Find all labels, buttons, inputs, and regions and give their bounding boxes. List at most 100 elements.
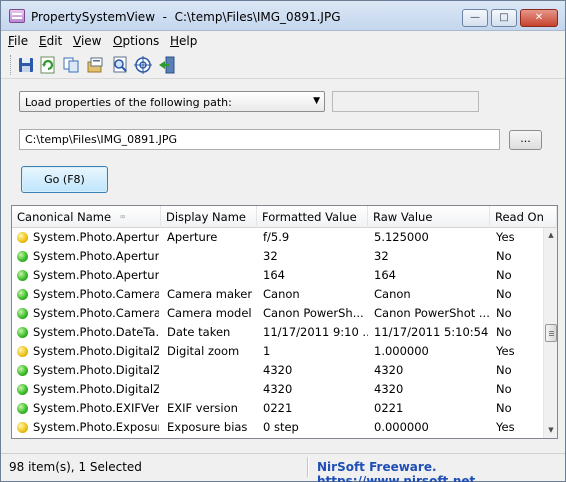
app-icon xyxy=(9,9,25,23)
title-bar[interactable]: PropertySystemView - C:\temp\Files\IMG_0… xyxy=(1,1,565,31)
scrollbar-thumb[interactable] xyxy=(545,324,557,342)
cell-canonical: System.Photo.Camera... xyxy=(33,287,159,301)
table-row[interactable]: System.Photo.EXIFVer... EXIF version 0221 0… xyxy=(12,399,543,418)
mode-select[interactable]: Load properties of the following path: ▼ xyxy=(19,91,325,112)
cell-formatted: 4320 xyxy=(263,382,293,396)
menu-file[interactable]: File xyxy=(8,34,28,48)
cell-readonly: No xyxy=(496,363,512,377)
menu-view[interactable]: View xyxy=(73,34,101,48)
cell-readonly: No xyxy=(496,268,512,282)
status-dot-icon xyxy=(17,327,28,338)
close-button[interactable]: ✕ xyxy=(520,9,558,27)
list-body: System.Photo.Aperture Aperture f/5.9 5.1250… xyxy=(12,228,543,437)
table-row[interactable]: System.Photo.Camera... Camera maker Canon C… xyxy=(12,285,543,304)
cell-formatted: 1 xyxy=(263,344,271,358)
scroll-down-icon[interactable]: ▼ xyxy=(545,424,557,436)
cell-readonly: Yes xyxy=(496,344,515,358)
nirsoft-link[interactable]: NirSoft Freeware. https://www.nirsoft.ne… xyxy=(317,460,565,482)
cell-display: Exposure bias xyxy=(167,420,248,434)
cell-canonical: System.Photo.Camera... xyxy=(33,306,159,320)
item-count: 98 item(s), 1 Selected xyxy=(9,460,142,474)
cell-formatted: 0 step xyxy=(263,420,299,434)
cell-readonly: Yes xyxy=(496,230,515,244)
status-dot-icon xyxy=(17,308,28,319)
cell-formatted: 4320 xyxy=(263,363,293,377)
find-icon[interactable] xyxy=(111,56,129,74)
cell-formatted: 0221 xyxy=(263,401,293,415)
menu-edit[interactable]: Edit xyxy=(39,34,62,48)
table-row[interactable]: System.Photo.DigitalZ... Digital zoom 1 1.0… xyxy=(12,342,543,361)
properties-icon[interactable] xyxy=(87,56,105,74)
toolbar xyxy=(1,51,565,79)
cell-display xyxy=(167,266,257,285)
status-dot-icon xyxy=(17,270,28,281)
status-dot-icon xyxy=(17,365,28,376)
vertical-scrollbar[interactable]: ▲ ▼ xyxy=(543,228,557,438)
properties-list[interactable]: Canonical Name ∞ Display Name Formatted … xyxy=(11,205,558,439)
cell-formatted: 164 xyxy=(263,268,285,282)
cell-raw: 4320 xyxy=(374,382,404,396)
status-dot-icon xyxy=(17,232,28,243)
exit-icon[interactable] xyxy=(158,56,176,74)
cell-readonly: No xyxy=(496,306,512,320)
refresh-icon[interactable] xyxy=(39,56,57,74)
table-row[interactable]: System.Photo.DigitalZ... 4320 4320 No xyxy=(12,361,543,380)
cell-readonly: No xyxy=(496,382,512,396)
table-row[interactable]: System.Photo.Apertur... 164 164 No xyxy=(12,266,543,285)
browse-button[interactable]: ... xyxy=(509,130,542,150)
table-row[interactable]: System.Photo.Apertur... 32 32 No xyxy=(12,247,543,266)
cell-raw: 0.000000 xyxy=(374,420,429,434)
column-formatted-value[interactable]: Formatted Value xyxy=(257,206,368,228)
cell-formatted: Canon xyxy=(263,287,300,301)
cell-display: Digital zoom xyxy=(167,344,240,358)
status-divider xyxy=(307,457,309,477)
target-icon[interactable] xyxy=(134,56,152,74)
cell-formatted: 11/17/2011 9:10 ... xyxy=(263,325,368,339)
status-dot-icon xyxy=(17,403,28,414)
cell-readonly: No xyxy=(496,401,512,415)
menu-bar: File Edit View Options Help xyxy=(1,31,565,51)
cell-display: EXIF version xyxy=(167,401,238,415)
path-input[interactable] xyxy=(19,129,500,150)
cell-formatted: 32 xyxy=(263,249,278,263)
status-dot-icon xyxy=(17,289,28,300)
cell-formatted: f/5.9 xyxy=(263,230,290,244)
cell-canonical: System.Photo.Exposur... xyxy=(33,420,159,434)
column-canonical-name[interactable]: Canonical Name ∞ xyxy=(12,206,161,228)
cell-raw: 4320 xyxy=(374,363,404,377)
scroll-up-icon[interactable]: ▲ xyxy=(545,229,557,241)
cell-display: Aperture xyxy=(167,230,218,244)
menu-help[interactable]: Help xyxy=(170,34,197,48)
cell-raw: Canon PowerShot ... xyxy=(374,306,490,320)
maximize-button[interactable]: □ xyxy=(491,9,517,27)
table-row[interactable]: System.Photo.DateTa... Date taken 11/17/20… xyxy=(12,323,543,342)
column-display-name[interactable]: Display Name xyxy=(161,206,257,228)
toolbar-grip xyxy=(10,55,12,75)
cell-raw: 1.000000 xyxy=(374,344,429,358)
table-row[interactable]: System.Photo.Exposur... Exposure bias 0 st… xyxy=(12,418,543,437)
status-dot-icon xyxy=(17,384,28,395)
table-row[interactable]: System.Photo.Aperture Aperture f/5.9 5.1250… xyxy=(12,228,543,247)
table-row[interactable]: System.Photo.Camera... Camera model Canon … xyxy=(12,304,543,323)
cell-display xyxy=(167,247,257,266)
cell-canonical: System.Photo.DigitalZ... xyxy=(33,344,159,358)
go-button[interactable]: Go (F8) xyxy=(21,166,108,193)
cell-canonical: System.Photo.DigitalZ... xyxy=(33,382,159,396)
status-dot-icon xyxy=(17,346,28,357)
status-dot-icon xyxy=(17,251,28,262)
secondary-select xyxy=(332,91,479,112)
cell-raw: 164 xyxy=(374,268,396,282)
cell-display: Camera maker xyxy=(167,287,253,301)
menu-options[interactable]: Options xyxy=(113,34,159,48)
table-row[interactable]: System.Photo.DigitalZ... 4320 4320 No xyxy=(12,380,543,399)
status-dot-icon xyxy=(17,422,28,433)
minimize-button[interactable]: — xyxy=(462,9,488,27)
cell-readonly: No xyxy=(496,287,512,301)
cell-raw: 5.125000 xyxy=(374,230,429,244)
save-icon[interactable] xyxy=(17,56,35,74)
column-raw-value[interactable]: Raw Value xyxy=(368,206,490,228)
cell-raw: 0221 xyxy=(374,401,404,415)
cell-display xyxy=(167,361,257,380)
copy-icon[interactable] xyxy=(62,56,80,74)
column-read-only[interactable]: Read On xyxy=(490,206,557,228)
